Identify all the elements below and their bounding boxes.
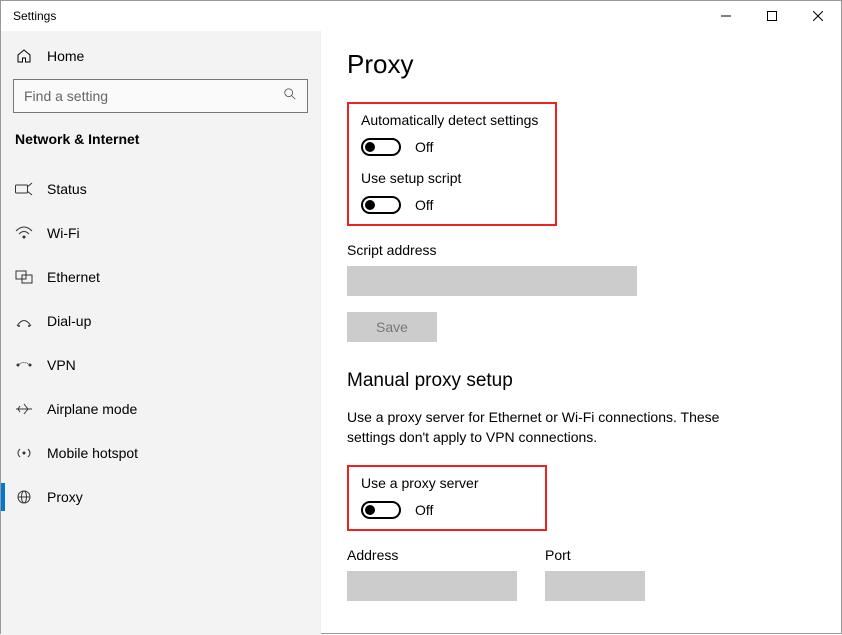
manual-heading: Manual proxy setup: [347, 370, 815, 392]
use-proxy-label: Use a proxy server: [361, 475, 533, 491]
maximize-button[interactable]: [749, 1, 795, 31]
minimize-button[interactable]: [703, 1, 749, 31]
search-box[interactable]: [13, 79, 308, 113]
sidebar-item-label: Wi-Fi: [47, 225, 80, 241]
sidebar-item-dialup[interactable]: Dial-up: [13, 299, 308, 343]
home-label: Home: [47, 48, 84, 64]
use-proxy-toggle[interactable]: [361, 501, 401, 519]
sidebar-item-ethernet[interactable]: Ethernet: [13, 255, 308, 299]
auto-detect-toggle[interactable]: [361, 138, 401, 156]
airplane-icon: [15, 400, 33, 418]
address-input: [347, 571, 517, 601]
use-script-toggle[interactable]: [361, 196, 401, 214]
sidebar-item-hotspot[interactable]: Mobile hotspot: [13, 431, 308, 475]
search-input[interactable]: [24, 88, 264, 104]
sidebar-item-vpn[interactable]: VPN: [13, 343, 308, 387]
ethernet-icon: [15, 268, 33, 286]
home-icon: [15, 47, 33, 65]
sidebar-item-label: Ethernet: [47, 269, 100, 285]
hotspot-icon: [15, 444, 33, 462]
vpn-icon: [15, 356, 33, 374]
window-controls: [703, 1, 841, 31]
sidebar-item-label: Status: [47, 181, 87, 197]
highlight-box-auto: Automatically detect settings Off Use se…: [347, 102, 557, 226]
search-icon: [283, 87, 297, 106]
sidebar-item-label: Airplane mode: [47, 401, 137, 417]
main-panel: Proxy Automatically detect settings Off …: [321, 31, 841, 635]
script-address-input: [347, 266, 637, 296]
sidebar-item-status[interactable]: Status: [13, 167, 308, 211]
script-address-label: Script address: [347, 242, 815, 258]
auto-detect-state: Off: [415, 139, 433, 155]
sidebar-item-label: Dial-up: [47, 313, 91, 329]
auto-detect-label: Automatically detect settings: [361, 112, 543, 128]
save-button: Save: [347, 312, 437, 342]
wifi-icon: [15, 224, 33, 242]
home-nav[interactable]: Home: [13, 41, 308, 79]
port-input: [545, 571, 645, 601]
title-bar: Settings: [1, 1, 841, 31]
window-title: Settings: [13, 9, 56, 23]
sidebar-item-proxy[interactable]: Proxy: [13, 475, 308, 519]
use-script-state: Off: [415, 197, 433, 213]
sidebar-item-airplane[interactable]: Airplane mode: [13, 387, 308, 431]
sidebar-item-wifi[interactable]: Wi-Fi: [13, 211, 308, 255]
use-script-label: Use setup script: [361, 170, 543, 186]
address-label: Address: [347, 547, 517, 563]
sidebar: Home Network & Internet Status Wi-Fi E: [1, 31, 321, 635]
dialup-icon: [15, 312, 33, 330]
proxy-icon: [15, 488, 33, 506]
status-icon: [15, 180, 33, 198]
highlight-box-manual: Use a proxy server Off: [347, 465, 547, 531]
manual-desc: Use a proxy server for Ethernet or Wi-Fi…: [347, 408, 767, 447]
page-title: Proxy: [347, 49, 815, 80]
use-proxy-state: Off: [415, 502, 433, 518]
port-label: Port: [545, 547, 645, 563]
category-heading: Network & Internet: [15, 131, 308, 147]
sidebar-item-label: VPN: [47, 357, 76, 373]
sidebar-item-label: Proxy: [47, 489, 83, 505]
close-button[interactable]: [795, 1, 841, 31]
sidebar-item-label: Mobile hotspot: [47, 445, 138, 461]
